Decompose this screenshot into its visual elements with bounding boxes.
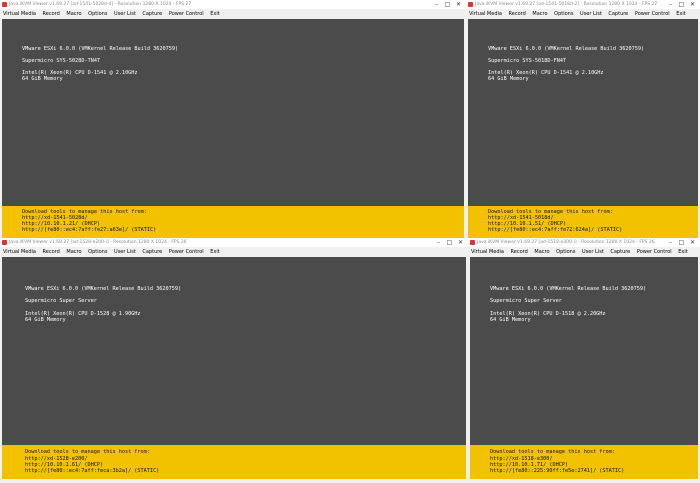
menu-capture[interactable]: Capture [142, 9, 162, 19]
menu-user-list[interactable]: User List [580, 9, 602, 19]
esxi-version: VMware ESXi 6.0.0 (VMKernel Release Buil… [25, 286, 182, 292]
memory-info: 64 GiB Memory [490, 317, 531, 323]
console-text: VMware ESXi 6.0.0 (VMKernel Release Buil… [2, 257, 466, 323]
window-controls: – □ ✕ [665, 0, 698, 9]
menu-bar: Virtual Media Record Macro Options User … [468, 247, 700, 257]
menu-user-list[interactable]: User List [582, 247, 604, 257]
console-text: VMware ESXi 6.0.0 (VMKernel Release Buil… [470, 257, 698, 323]
minimize-icon[interactable]: – [665, 238, 676, 247]
memory-info: 64 GiB Memory [22, 76, 63, 82]
close-icon[interactable]: ✕ [455, 238, 466, 247]
menu-exit[interactable]: Exit [678, 247, 687, 257]
kvm-window-2: Java iKVM Viewer v1.69.27 [ad-1541-5018d… [466, 0, 700, 240]
download-heading: Download tools to manage this host from: [490, 449, 615, 455]
esxi-version: VMware ESXi 6.0.0 (VMKernel Release Buil… [488, 46, 645, 52]
static-url: http://[fe80::ec4:7aff:fe27:a63e]/ (STAT… [22, 227, 157, 233]
title-bar: Java iKVM Viewer v1.69.27 [ad-1528-e200-… [0, 238, 468, 247]
kvm-window-3: Java iKVM Viewer v1.69.27 [ad-1528-e200-… [0, 238, 468, 483]
menu-power-control[interactable]: Power Control [635, 9, 670, 19]
menu-macro[interactable]: Macro [66, 247, 81, 257]
menu-user-list[interactable]: User List [114, 9, 136, 19]
maximize-icon[interactable]: □ [676, 238, 687, 247]
minimize-icon[interactable]: – [433, 238, 444, 247]
menu-macro[interactable]: Macro [66, 9, 81, 19]
menu-record[interactable]: Record [509, 9, 526, 19]
console-screen[interactable]: VMware ESXi 6.0.0 (VMKernel Release Buil… [2, 19, 464, 238]
close-icon[interactable]: ✕ [453, 0, 464, 9]
menu-power-control[interactable]: Power Control [637, 247, 672, 257]
menu-power-control[interactable]: Power Control [169, 9, 204, 19]
menu-options[interactable]: Options [554, 9, 573, 19]
minimize-icon[interactable]: – [665, 0, 676, 9]
download-band: Download tools to manage this host from:… [468, 206, 698, 238]
menu-virtual-media[interactable]: Virtual Media [471, 247, 504, 257]
java-icon [470, 240, 475, 245]
menu-virtual-media[interactable]: Virtual Media [3, 9, 36, 19]
title-bar: Java iKVM Viewer v1.69.27 [ad-1541-5018d… [466, 0, 700, 9]
download-band: Download tools to manage this host from:… [470, 445, 698, 479]
window-title: Java iKVM Viewer v1.69.27 [ad-1541-5028d… [9, 2, 192, 7]
download-band: Download tools to manage this host from:… [2, 206, 464, 238]
menu-options[interactable]: Options [88, 247, 107, 257]
menu-record[interactable]: Record [43, 9, 60, 19]
static-url: http://[fe80::ec4:7aff:fe72:624a]/ (STAT… [488, 227, 623, 233]
console-screen[interactable]: VMware ESXi 6.0.0 (VMKernel Release Buil… [470, 257, 698, 479]
kvm-window-1: Java iKVM Viewer v1.69.27 [ad-1541-5028d… [0, 0, 466, 240]
menu-virtual-media[interactable]: Virtual Media [3, 247, 36, 257]
kvm-window-4: Java iKVM Viewer v1.69.27 [ad-1518-e300-… [468, 238, 700, 483]
menu-exit[interactable]: Exit [676, 9, 685, 19]
maximize-icon[interactable]: □ [442, 0, 453, 9]
menu-capture[interactable]: Capture [142, 247, 162, 257]
java-icon [2, 2, 7, 7]
menu-capture[interactable]: Capture [610, 247, 630, 257]
close-icon[interactable]: ✕ [687, 0, 698, 9]
download-band: Download tools to manage this host from:… [2, 445, 466, 479]
system-model: Supermicro Super Server [490, 298, 562, 304]
minimize-icon[interactable]: – [431, 0, 442, 9]
console-screen[interactable]: VMware ESXi 6.0.0 (VMKernel Release Buil… [2, 257, 466, 479]
menu-capture[interactable]: Capture [608, 9, 628, 19]
static-url: http://[fe80::225:90ff:fe5e:2741]/ (STAT… [490, 468, 625, 474]
menu-bar: Virtual Media Record Macro Options User … [466, 9, 700, 19]
menu-macro[interactable]: Macro [532, 9, 547, 19]
menu-user-list[interactable]: User List [114, 247, 136, 257]
download-heading: Download tools to manage this host from: [25, 449, 150, 455]
menu-power-control[interactable]: Power Control [169, 247, 204, 257]
memory-info: 64 GiB Memory [25, 317, 66, 323]
window-title: Java iKVM Viewer v1.69.27 [ad-1541-5018d… [475, 2, 658, 7]
static-url: http://[fe80::ec4:7aff:feca:3b2a]/ (STAT… [25, 468, 160, 474]
window-title: Java iKVM Viewer v1.69.27 [ad-1528-e200-… [9, 240, 187, 245]
title-bar: Java iKVM Viewer v1.69.27 [ad-1518-e300-… [468, 238, 700, 247]
menu-exit[interactable]: Exit [210, 247, 219, 257]
memory-info: 64 GiB Memory [488, 76, 529, 82]
menu-bar: Virtual Media Record Macro Options User … [0, 9, 466, 19]
menu-virtual-media[interactable]: Virtual Media [469, 9, 502, 19]
menu-macro[interactable]: Macro [534, 247, 549, 257]
menu-exit[interactable]: Exit [210, 9, 219, 19]
menu-record[interactable]: Record [511, 247, 528, 257]
maximize-icon[interactable]: □ [676, 0, 687, 9]
maximize-icon[interactable]: □ [444, 238, 455, 247]
menu-record[interactable]: Record [43, 247, 60, 257]
java-icon [2, 240, 7, 245]
system-model: Supermicro SYS-5028D-TN4T [22, 58, 101, 64]
esxi-version: VMware ESXi 6.0.0 (VMKernel Release Buil… [22, 46, 179, 52]
window-title: Java iKVM Viewer v1.69.27 [ad-1518-e300-… [477, 240, 655, 245]
java-icon [468, 2, 473, 7]
console-text: VMware ESXi 6.0.0 (VMKernel Release Buil… [468, 19, 698, 82]
menu-bar: Virtual Media Record Macro Options User … [0, 247, 468, 257]
title-bar: Java iKVM Viewer v1.69.27 [ad-1541-5028d… [0, 0, 466, 9]
window-controls: – □ ✕ [433, 238, 466, 247]
menu-options[interactable]: Options [88, 9, 107, 19]
console-screen[interactable]: VMware ESXi 6.0.0 (VMKernel Release Buil… [468, 19, 698, 238]
system-model: Supermicro SYS-5018D-FN4T [488, 58, 567, 64]
menu-options[interactable]: Options [556, 247, 575, 257]
system-model: Supermicro Super Server [25, 298, 97, 304]
console-text: VMware ESXi 6.0.0 (VMKernel Release Buil… [2, 19, 464, 82]
close-icon[interactable]: ✕ [687, 238, 698, 247]
esxi-version: VMware ESXi 6.0.0 (VMKernel Release Buil… [490, 286, 647, 292]
window-controls: – □ ✕ [431, 0, 464, 9]
window-controls: – □ ✕ [665, 238, 698, 247]
